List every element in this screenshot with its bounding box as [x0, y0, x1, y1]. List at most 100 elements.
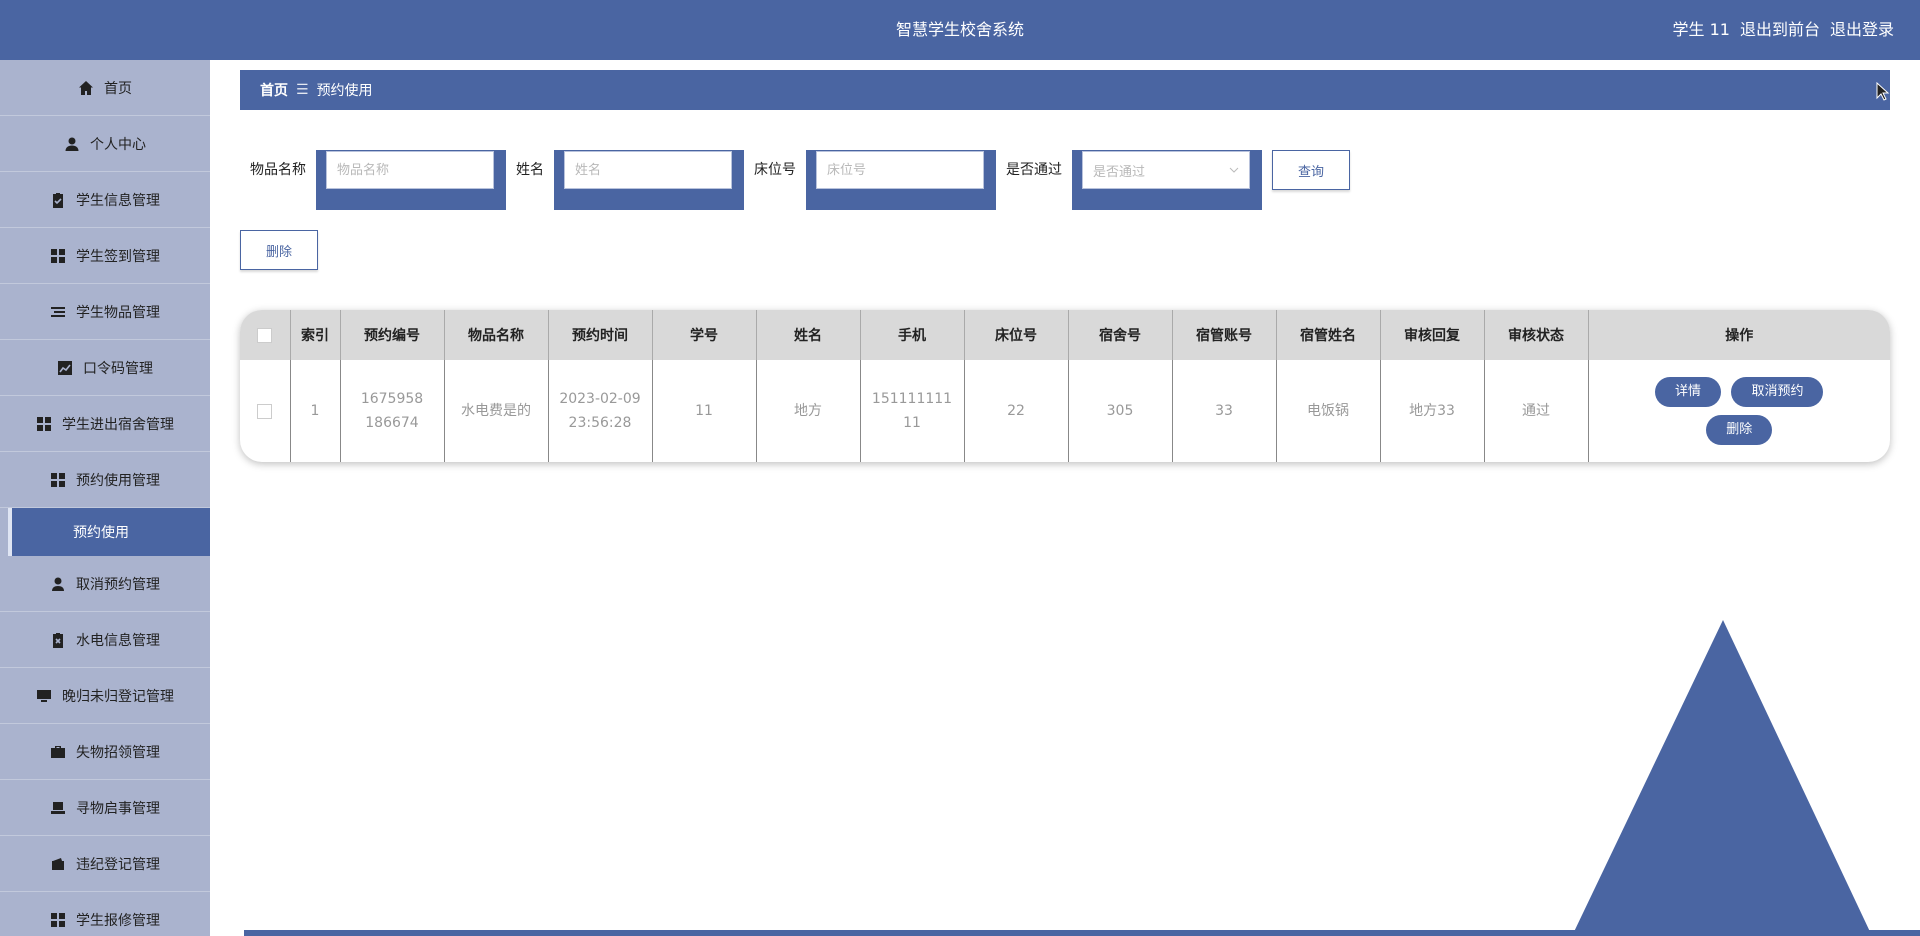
user-menu: 学生 11 退出到前台 退出登录 [1673, 0, 1894, 60]
chevron-down-icon [1229, 167, 1239, 173]
column-header: 手机 [860, 310, 965, 360]
sidebar-subitem-booking-use[interactable]: 预约使用 [8, 508, 210, 556]
sidebar-item-checkin[interactable]: 学生签到管理 [0, 228, 210, 284]
sidebar-item-student-info[interactable]: 学生信息管理 [0, 172, 210, 228]
cell-review-reply: 地方33 [1380, 360, 1485, 462]
cell-booking-no: 1675958186674 [340, 360, 445, 462]
booking-table: 索引 预约编号 物品名称 预约时间 学号 姓名 手机 床位号 宿舍号 宿管账号 … [240, 310, 1890, 462]
table-row: 1 1675958186674 水电费是的 2023-02-09 23:56:2… [240, 360, 1890, 462]
sidebar-item-student-items[interactable]: 学生物品管理 [0, 284, 210, 340]
column-header: 索引 [290, 310, 341, 360]
sidebar-item-lost-found[interactable]: 失物招领管理 [0, 724, 210, 780]
grid-icon [51, 912, 65, 927]
sidebar-item-passcode[interactable]: 口令码管理 [0, 340, 210, 396]
home-icon [79, 80, 93, 95]
briefcase-icon [51, 745, 65, 758]
column-header: 床位号 [964, 310, 1069, 360]
cell-index: 1 [290, 360, 341, 462]
sidebar-item-lost-notice[interactable]: 寻物启事管理 [0, 780, 210, 836]
user-icon [52, 577, 64, 591]
item-name-input[interactable] [326, 151, 494, 189]
breadcrumb: 首页 ☰ 预约使用 [240, 70, 1890, 110]
chart-icon [58, 360, 72, 375]
breadcrumb-current: 预约使用 [316, 83, 373, 99]
column-header: 审核回复 [1380, 310, 1485, 360]
detail-button[interactable]: 详情 [1655, 377, 1722, 407]
breadcrumb-home[interactable]: 首页 [260, 80, 288, 100]
item-name-label: 物品名称 [250, 162, 306, 178]
monitor-icon [37, 689, 51, 702]
row-delete-button[interactable]: 删除 [1706, 415, 1773, 445]
batch-delete-button[interactable]: 删除 [240, 230, 318, 270]
app-title: 智慧学生校舍系统 [895, 20, 1024, 39]
sidebar-item-booking-manage[interactable]: 预约使用管理 [0, 452, 210, 508]
cell-booking-time: 2023-02-09 23:56:28 [548, 360, 653, 462]
cell-manager-account: 33 [1172, 360, 1277, 462]
grid-icon [51, 248, 65, 263]
sidebar-item-home[interactable]: 首页 [0, 60, 210, 116]
passed-field-wrap: 是否通过 [1072, 150, 1262, 210]
sidebar-item-repair[interactable]: 学生报修管理 [0, 892, 210, 936]
sidebar-item-discipline[interactable]: 违纪登记管理 [0, 836, 210, 892]
column-header: 宿管姓名 [1276, 310, 1381, 360]
select-all-checkbox[interactable] [257, 327, 273, 343]
name-label: 姓名 [516, 162, 544, 178]
column-header: 姓名 [756, 310, 861, 360]
passed-select[interactable]: 是否通过 [1082, 151, 1250, 189]
select-all-cell [240, 310, 291, 360]
sidebar-item-late-return[interactable]: 晚归未归登记管理 [0, 668, 210, 724]
sidebar-item-personal-center[interactable]: 个人中心 [0, 116, 210, 172]
current-user: 学生 11 [1672, 20, 1730, 39]
clipboard-x-icon [53, 632, 63, 648]
name-input[interactable] [564, 151, 732, 189]
column-header: 宿管账号 [1172, 310, 1277, 360]
cell-dorm-no: 305 [1068, 360, 1173, 462]
cell-review-status: 通过 [1484, 360, 1589, 462]
cell-student-no: 11 [652, 360, 757, 462]
top-bar: 智慧学生校舍系统 学生 11 退出到前台 退出登录 [0, 0, 1920, 60]
column-header: 操作 [1588, 310, 1890, 360]
item-name-field-wrap [316, 150, 506, 210]
mouse-cursor-icon [1876, 82, 1890, 101]
passed-select-placeholder: 是否通过 [1093, 164, 1146, 180]
cell-item-name: 水电费是的 [444, 360, 549, 462]
column-header: 审核状态 [1484, 310, 1589, 360]
logout-link[interactable]: 退出登录 [1830, 0, 1894, 60]
row-checkbox[interactable] [257, 403, 273, 419]
sidebar: 首页 个人中心 学生信息管理 学生签到管理 学生物品管理 口令码管理 学生进出宿… [0, 60, 210, 936]
search-filters: 物品名称 姓名 床位号 是否通过 是否通过 查询 [240, 150, 1350, 210]
cell-phone: 15111111111 [860, 360, 965, 462]
column-header: 预约编号 [340, 310, 445, 360]
cancel-booking-button[interactable]: 取消预约 [1731, 377, 1824, 407]
table-header-row: 索引 预约编号 物品名称 预约时间 学号 姓名 手机 床位号 宿舍号 宿管账号 … [240, 310, 1890, 360]
exit-to-front-link[interactable]: 退出到前台 [1740, 0, 1820, 60]
list-icon [51, 306, 65, 317]
sidebar-item-utilities[interactable]: 水电信息管理 [0, 612, 210, 668]
cell-manager-name: 电饭锅 [1276, 360, 1381, 462]
laptop-icon [51, 801, 65, 814]
wallet-icon [52, 857, 64, 870]
clipboard-check-icon [53, 192, 63, 208]
grid-icon [51, 472, 65, 487]
sidebar-item-cancel-booking[interactable]: 取消预约管理 [0, 556, 210, 612]
column-header: 学号 [652, 310, 757, 360]
query-button[interactable]: 查询 [1272, 150, 1350, 190]
user-icon [65, 137, 79, 151]
column-header: 宿舍号 [1068, 310, 1173, 360]
cell-name: 地方 [756, 360, 861, 462]
bottom-divider [244, 930, 1920, 936]
breadcrumb-separator-icon: ☰ [296, 82, 309, 98]
column-header: 物品名称 [444, 310, 549, 360]
passed-label: 是否通过 [1006, 162, 1062, 178]
bed-number-label: 床位号 [754, 162, 796, 178]
decorative-triangle [1572, 620, 1872, 936]
cell-bed-no: 22 [964, 360, 1069, 462]
row-select-cell [240, 360, 291, 462]
bed-number-field-wrap [806, 150, 996, 210]
column-header: 预约时间 [548, 310, 653, 360]
bed-number-input[interactable] [816, 151, 984, 189]
cell-actions: 详情 取消预约 删除 [1588, 360, 1890, 462]
name-field-wrap [554, 150, 744, 210]
sidebar-item-dorm-access[interactable]: 学生进出宿舍管理 [0, 396, 210, 452]
grid-icon [37, 416, 51, 431]
